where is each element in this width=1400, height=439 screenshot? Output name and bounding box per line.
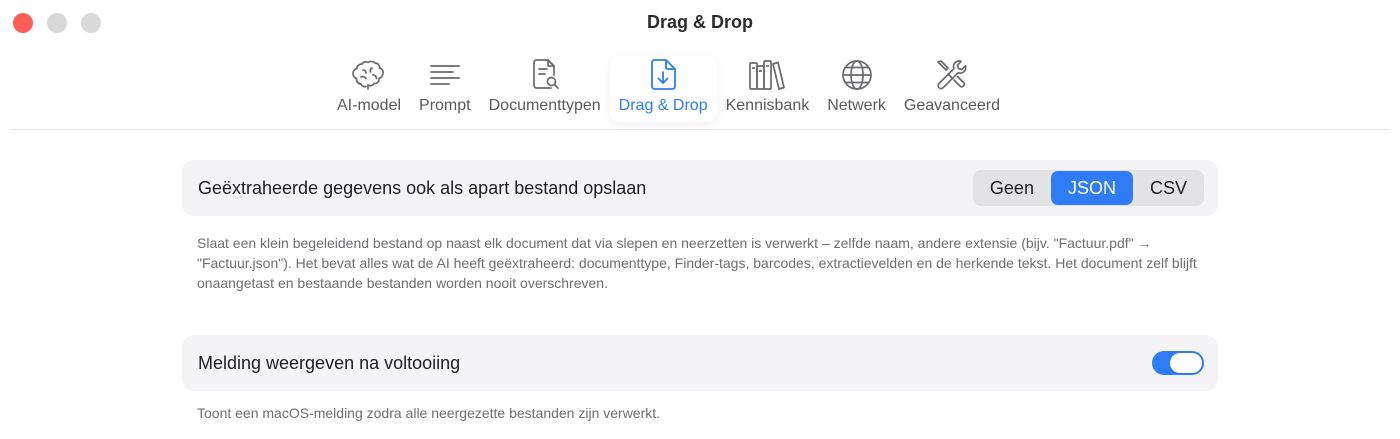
globe-icon — [837, 56, 877, 94]
document-download-icon — [643, 56, 683, 94]
tools-icon — [932, 56, 972, 94]
document-search-icon — [525, 56, 565, 94]
notification-setting-title: Melding weergeven na voltooiing — [198, 352, 461, 373]
notification-setting-row: Melding weergeven na voltooiing — [182, 335, 1218, 391]
preferences-toolbar: AI-model Prompt Documenttypen Drag & Dro… — [328, 52, 1009, 122]
segment-csv[interactable]: CSV — [1133, 171, 1204, 205]
tab-prompt[interactable]: Prompt — [410, 56, 480, 122]
tab-ai-model[interactable]: AI-model — [328, 56, 410, 122]
tab-label: Drag & Drop — [618, 97, 708, 114]
notification-toggle[interactable] — [1152, 351, 1204, 375]
export-setting-title: Geëxtraheerde gegevens ook als apart bes… — [198, 177, 647, 198]
export-format-segmented-control: Geen JSON CSV — [972, 170, 1204, 206]
export-setting-description: Slaat een klein begeleidend bestand op n… — [197, 235, 1197, 291]
segment-json[interactable]: JSON — [1050, 171, 1133, 205]
export-setting-row: Geëxtraheerde gegevens ook als apart bes… — [182, 160, 1218, 216]
tab-label: Kennisbank — [725, 97, 810, 114]
tab-label: Netwerk — [827, 97, 886, 114]
tab-label: AI-model — [337, 97, 402, 114]
tab-netwerk[interactable]: Netwerk — [818, 56, 895, 122]
brain-icon — [349, 56, 389, 94]
tab-label: Geavanceerd — [903, 97, 1000, 114]
tab-label: Prompt — [419, 97, 471, 114]
toggle-knob — [1170, 353, 1202, 373]
tab-label: Documenttypen — [488, 97, 601, 114]
notification-setting-description: Toont een macOS-melding zodra alle neerg… — [197, 405, 661, 421]
tab-geavanceerd[interactable]: Geavanceerd — [895, 56, 1009, 122]
toolbar-divider — [10, 129, 1390, 130]
books-icon — [747, 56, 787, 94]
window-title: Drag & Drop — [646, 12, 753, 32]
settings-window: Drag & Drop AI-model Prompt Documenttype… — [0, 0, 1400, 439]
segment-geen[interactable]: Geen — [973, 171, 1051, 205]
tab-documenttypen[interactable]: Documenttypen — [480, 56, 610, 122]
text-lines-icon — [425, 56, 465, 94]
tab-kennisbank[interactable]: Kennisbank — [717, 56, 819, 122]
tab-drag-and-drop[interactable]: Drag & Drop — [609, 56, 717, 122]
